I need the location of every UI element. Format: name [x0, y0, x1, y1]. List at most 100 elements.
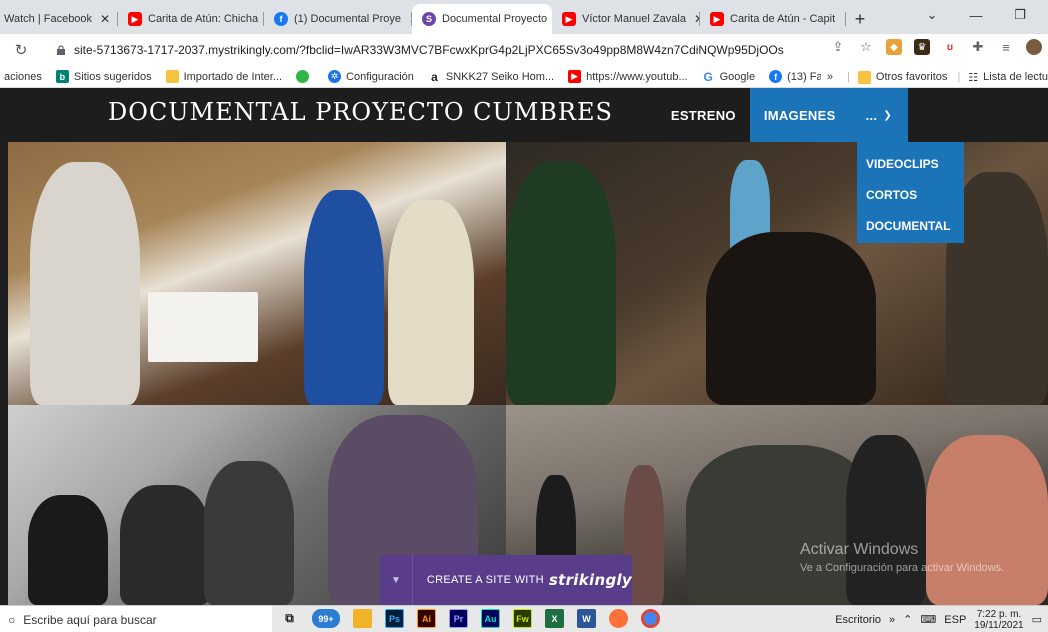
chevron-down-icon[interactable]: ▼: [380, 555, 413, 605]
language-indicator[interactable]: ESP: [944, 614, 966, 626]
reading-list[interactable]: Lista de lectu: [983, 71, 1048, 83]
clock-date: 19/11/2021: [974, 619, 1024, 631]
nav-estreno[interactable]: ESTRENO: [657, 88, 750, 142]
audition-icon[interactable]: Au: [481, 609, 500, 628]
reading-list-icon: ☷: [968, 71, 979, 84]
task-view-icon[interactable]: ⧉: [280, 609, 299, 628]
dropdown-item-cortos[interactable]: CORTOS: [857, 179, 964, 210]
banner-text: CREATE A SITE WITH: [426, 574, 544, 586]
youtube-icon: ▶: [568, 70, 582, 83]
extension-icon[interactable]: ◆: [886, 39, 902, 55]
chat-icon: [296, 70, 310, 83]
search-icon: ○: [8, 612, 16, 627]
photo-figure: [506, 162, 616, 405]
photo-figure: [846, 435, 926, 605]
u-extension-icon[interactable]: ʊ: [942, 39, 958, 55]
browser-tab[interactable]: f (1) Documental Proye ✕: [264, 4, 412, 34]
browser-tab-active[interactable]: S Documental Proyecto ✕: [412, 4, 552, 34]
profile-avatar[interactable]: [1026, 39, 1042, 55]
amazon-icon: a: [427, 70, 441, 84]
reading-list-icon[interactable]: ≡: [998, 39, 1014, 55]
more-bookmarks-button[interactable]: »: [827, 71, 833, 83]
taskbar-search[interactable]: ○ Escribe aquí para buscar: [0, 606, 272, 632]
bing-icon: b: [55, 70, 69, 83]
system-tray: Escritorio » ⌃ ⌨ ESP 7:22 p. m. 19/11/20…: [835, 606, 1042, 632]
desktop-label[interactable]: Escritorio: [835, 614, 881, 626]
divider: |: [847, 71, 850, 83]
url-text: site-5713673-1717-2037.mystrikingly.com/…: [74, 43, 784, 57]
clock[interactable]: 7:22 p. m. 19/11/2021: [974, 609, 1023, 631]
reload-icon[interactable]: ↻: [8, 37, 34, 63]
photo-figure: [388, 200, 474, 405]
nav-more-label: ...: [865, 107, 878, 123]
toolbar-expand-icon[interactable]: »: [889, 614, 895, 626]
tab-title: Carita de Atún: Chicha: [148, 13, 259, 25]
browser-tab[interactable]: Watch | Facebook ✕: [0, 4, 118, 34]
excel-icon[interactable]: X: [545, 609, 564, 628]
url-input[interactable]: site-5713673-1717-2037.mystrikingly.com/…: [44, 38, 874, 62]
chrome-icon[interactable]: [641, 609, 660, 628]
bookmark-item[interactable]: aciones: [4, 71, 42, 83]
nav-imagenes[interactable]: IMAGENES: [749, 88, 850, 142]
bookmark-item[interactable]: Importado de Inter...: [165, 70, 282, 83]
bookmark-item[interactable]: b Sitios sugeridos: [55, 70, 152, 83]
crown-extension-icon[interactable]: ♛: [914, 39, 930, 55]
bookmark-item[interactable]: ▶ https://www.youtub...: [568, 70, 688, 83]
other-bookmarks[interactable]: Otros favoritos: [876, 71, 948, 83]
dropdown-item-videoclips[interactable]: VIDEOCLIPS: [857, 148, 964, 179]
file-explorer-icon[interactable]: [353, 609, 372, 628]
photoshop-icon[interactable]: Ps: [385, 609, 404, 628]
site-title[interactable]: DOCUMENTAL PROYECTO CUMBRES: [108, 98, 613, 126]
nav-dropdown: VIDEOCLIPS CORTOS DOCUMENTAL: [857, 142, 964, 243]
share-icon[interactable]: ⇪: [830, 39, 846, 55]
extensions-puzzle-icon[interactable]: ✚: [970, 39, 986, 55]
photo-conductor-rehearsal: [8, 142, 506, 405]
bookmarks-bar: aciones b Sitios sugeridos Importado de I…: [0, 66, 1048, 88]
youtube-icon: ▶: [128, 12, 142, 26]
nav-more[interactable]: ... ❯: [849, 88, 908, 142]
taskbar-apps: ⧉ 99+ Ps Ai Pr Au Fw X W: [280, 609, 660, 628]
illustrator-icon[interactable]: Ai: [417, 609, 436, 628]
photo-figure: [30, 162, 140, 405]
dropdown-item-documental[interactable]: DOCUMENTAL: [857, 210, 964, 241]
watermark-title: Activar Windows: [800, 541, 919, 558]
browser-tab[interactable]: ▶ Carita de Atún: Chicha ✕: [118, 4, 264, 34]
restore-icon[interactable]: ❐: [1000, 0, 1040, 30]
tab-title: Carita de Atún - Capit: [730, 13, 836, 25]
weather-badge: 99+: [318, 613, 334, 624]
windows-taskbar: ○ Escribe aquí para buscar ⧉ 99+ Ps Ai P…: [0, 605, 1048, 632]
keyboard-icon[interactable]: ⌨: [920, 613, 936, 626]
fireworks-icon[interactable]: Fw: [513, 609, 532, 628]
browser-tab[interactable]: ▶ Víctor Manuel Zavala ✕: [552, 4, 700, 34]
photo-figure: [706, 232, 876, 405]
bookmark-item[interactable]: [296, 70, 314, 83]
photo-figure: [304, 190, 384, 405]
browser-tab[interactable]: ▶ Carita de Atún - Capit ✕: [700, 4, 846, 34]
word-icon[interactable]: W: [577, 609, 596, 628]
photo-figure: [926, 435, 1048, 605]
tab-close-icon[interactable]: ✕: [100, 12, 110, 26]
site-header: DOCUMENTAL PROYECTO CUMBRES ESTRENO IMAG…: [0, 88, 1048, 142]
chevron-up-icon[interactable]: ⌃: [903, 613, 912, 626]
clock-time: 7:22 p. m.: [976, 608, 1022, 620]
lock-icon: [57, 45, 65, 55]
tab-search-icon[interactable]: ⌄: [912, 0, 952, 30]
weather-icon[interactable]: 99+: [312, 609, 340, 628]
bookmark-star-icon[interactable]: ☆: [858, 39, 874, 55]
address-bar: ↻ site-5713673-1717-2037.mystrikingly.co…: [0, 34, 1048, 66]
bookmark-item[interactable]: ✲ Configuración: [328, 70, 414, 83]
premiere-icon[interactable]: Pr: [449, 609, 468, 628]
facebook-icon: f: [274, 12, 288, 26]
gear-icon: ✲: [328, 70, 342, 83]
strikingly-logo: strikingly: [548, 571, 632, 589]
strikingly-banner[interactable]: ▼ CREATE A SITE WITH strikingly: [380, 555, 632, 605]
notifications-icon[interactable]: ▭: [1032, 613, 1042, 626]
bookmark-item[interactable]: a SNKK27 Seiko Hom...: [427, 70, 554, 84]
firefox-icon[interactable]: [609, 609, 628, 628]
tab-close-icon[interactable]: ✕: [843, 12, 846, 26]
new-tab-icon[interactable]: +: [846, 4, 874, 34]
bookmark-item[interactable]: G Google: [701, 70, 755, 84]
photo-figure: [148, 292, 258, 362]
folder-icon: [165, 70, 179, 83]
minimize-icon[interactable]: —: [956, 0, 996, 30]
